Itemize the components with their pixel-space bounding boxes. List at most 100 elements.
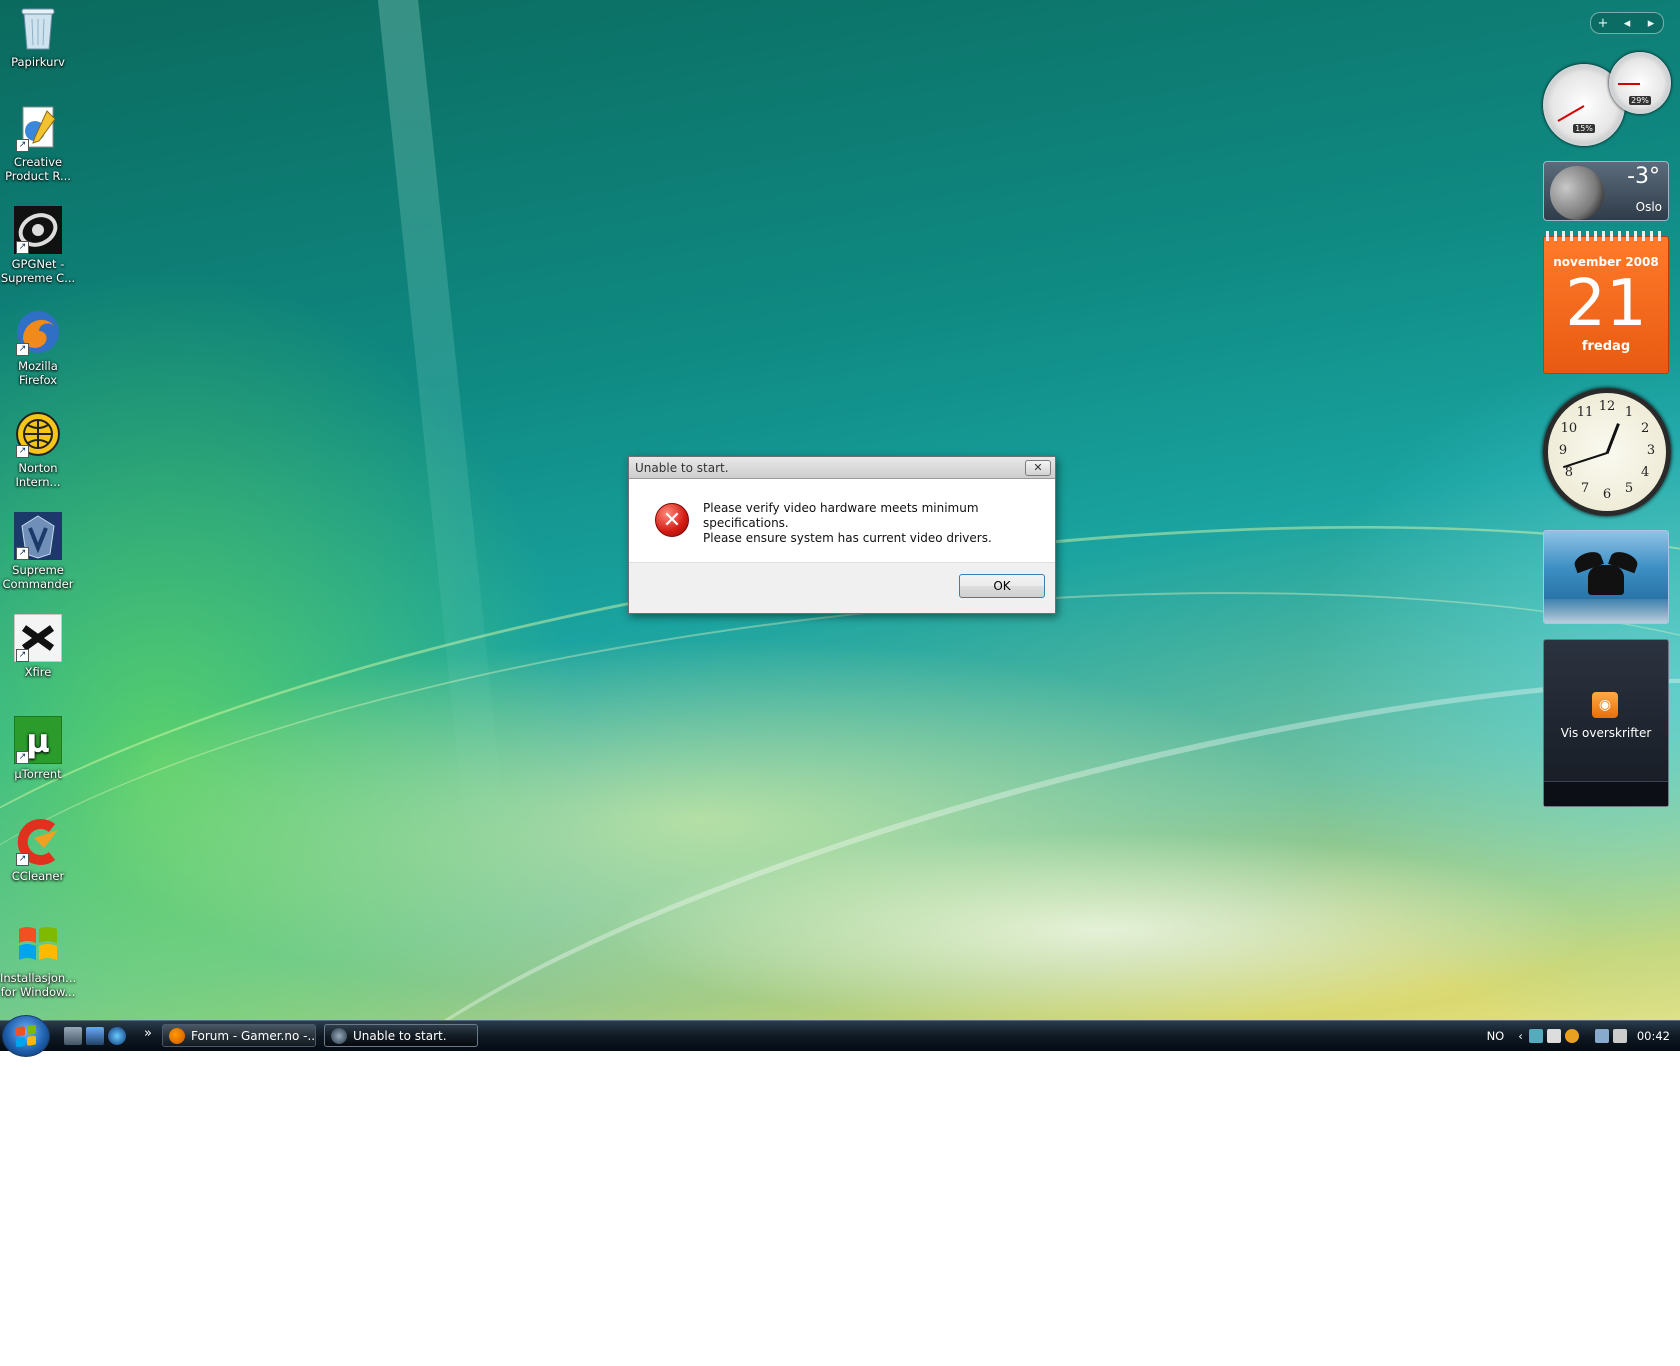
gauge-needle	[1557, 105, 1585, 123]
language-indicator[interactable]: NO	[1487, 1029, 1505, 1043]
clock-number: 1	[1624, 404, 1634, 420]
taskbar-button-unable-to-start[interactable]: Unable to start.	[324, 1024, 478, 1047]
clock-gadget[interactable]: 12 1 2 3 4 5 6 7 8 9 10 11	[1543, 388, 1671, 516]
wallpaper-streak	[373, 0, 507, 850]
dialog-titlebar[interactable]: Unable to start. ✕	[629, 457, 1055, 479]
tray-app-icon[interactable]	[1546, 1029, 1561, 1043]
feed-headlines-gadget[interactable]: ◉ Vis overskrifter	[1543, 639, 1669, 807]
dialog-title: Unable to start.	[635, 460, 729, 475]
memory-gauge: 29%	[1609, 52, 1671, 114]
desktop-icon-label: Supreme Commander	[2, 563, 74, 591]
volume-icon[interactable]	[1612, 1029, 1627, 1043]
cpu-meter-gadget[interactable]: 15% 29%	[1543, 52, 1671, 147]
supreme-commander-icon	[331, 1028, 347, 1044]
supreme-commander-icon: ↗	[14, 512, 62, 560]
desktop-icon-creative[interactable]: ↗ Creative Product R...	[0, 104, 76, 183]
cpu-percent: 15%	[1573, 124, 1595, 133]
svg-text:µ: µ	[26, 722, 50, 760]
calendar-weekday: fredag	[1581, 339, 1631, 354]
ccleaner-icon: ↗	[14, 818, 62, 866]
calendar-rings	[1546, 231, 1666, 241]
gpgnet-icon: ↗	[14, 206, 62, 254]
close-icon: ✕	[1033, 460, 1043, 474]
show-desktop-icon[interactable]	[86, 1027, 104, 1045]
slideshow-gadget[interactable]	[1543, 530, 1669, 624]
rss-icon: ◉	[1592, 692, 1618, 718]
shortcut-arrow-icon: ↗	[16, 241, 29, 254]
previous-page-button[interactable]: ◂	[1615, 16, 1639, 31]
desktop-icon-label: Mozilla Firefox	[18, 359, 58, 387]
norton-tray-icon[interactable]	[1564, 1029, 1579, 1043]
desktop-icon-label: Creative Product R...	[5, 155, 71, 183]
show-hidden-icons-icon[interactable]: ‹	[1518, 1029, 1523, 1043]
clock-time[interactable]: 00:42	[1637, 1029, 1670, 1043]
desktop-icon-supreme-commander[interactable]: ↗ Supreme Commander	[0, 512, 76, 591]
feeds-label[interactable]: Vis overskrifter	[1544, 726, 1668, 740]
clock-number: 5	[1624, 481, 1634, 497]
desktop-icon-gpgnet[interactable]: ↗ GPGNet - Supreme C...	[0, 206, 76, 285]
desktop-icon-label: Papirkurv	[11, 55, 65, 69]
add-gadget-button[interactable]: +	[1591, 16, 1615, 31]
clock-number: 3	[1646, 443, 1656, 458]
calendar-gadget[interactable]: november 2008 21 fredag	[1543, 231, 1669, 374]
clock-number: 12	[1598, 399, 1616, 414]
clock-number: 9	[1558, 443, 1568, 458]
desktop-icon-norton[interactable]: ↗ Norton Intern...	[0, 410, 76, 489]
moon-icon	[1550, 166, 1604, 220]
xfire-icon: ↗	[14, 614, 62, 662]
gauge-needle	[1617, 83, 1640, 85]
desktop-icon-label: Xfire	[24, 665, 52, 679]
weather-gadget[interactable]: -3° Oslo	[1543, 161, 1669, 221]
shortcut-arrow-icon: ↗	[16, 445, 29, 458]
dialog-footer: OK	[629, 562, 1055, 613]
close-button[interactable]: ✕	[1025, 459, 1051, 476]
clock-number: 8	[1564, 465, 1574, 480]
clock-face: 12 1 2 3 4 5 6 7 8 9 10 11	[1543, 388, 1671, 516]
quicklaunch-overflow-icon[interactable]: »	[144, 1026, 152, 1041]
memory-percent: 29%	[1629, 96, 1651, 105]
desktop-icon-utorrent[interactable]: µ ↗ µTorrent	[0, 716, 76, 781]
weather-city: Oslo	[1635, 200, 1662, 214]
taskbar: » Forum - Gamer.no -... Unable to start.…	[0, 1015, 1680, 1057]
start-button[interactable]	[2, 1015, 50, 1057]
clock-number: 11	[1576, 404, 1594, 420]
clock-hour-hand	[1605, 423, 1620, 455]
dialog-body: ✕ Please verify video hardware meets min…	[629, 479, 1055, 565]
shortcut-arrow-icon: ↗	[16, 343, 29, 356]
calendar-day: 21	[1565, 267, 1647, 341]
desktop-icon-ccleaner[interactable]: ↗ CCleaner	[0, 818, 76, 883]
clock-number: 6	[1602, 487, 1612, 502]
firefox-icon: ↗	[14, 308, 62, 356]
creative-product-registration-icon: ↗	[14, 104, 62, 152]
windows-install-icon	[14, 920, 62, 968]
norton-icon: ↗	[14, 410, 62, 458]
feeds-bottom-bar	[1544, 781, 1668, 806]
dialog-message: Please verify video hardware meets minim…	[703, 501, 1035, 546]
taskbar-button-firefox[interactable]: Forum - Gamer.no -...	[162, 1024, 316, 1047]
ok-button[interactable]: OK	[959, 574, 1045, 598]
desktop-icon-recycle-bin[interactable]: Papirkurv	[0, 4, 76, 69]
utorrent-icon: µ ↗	[14, 716, 62, 764]
desktop-icon-label: Installasjon... for Window...	[0, 971, 77, 999]
shortcut-arrow-icon: ↗	[16, 649, 29, 662]
desktop-icon-label: CCleaner	[11, 869, 65, 883]
taskbar-button-label: Forum - Gamer.no -...	[191, 1029, 316, 1043]
desktop-icon-windows-install[interactable]: Installasjon... for Window...	[0, 920, 76, 999]
network-sharing-icon[interactable]	[1528, 1029, 1543, 1043]
error-icon: ✕	[655, 503, 689, 537]
weather-temperature: -3°	[1627, 164, 1660, 189]
windows-logo-icon	[16, 1024, 36, 1048]
wallpaper-streak	[276, 560, 1680, 1366]
desktop-icon-label: Norton Intern...	[15, 461, 61, 489]
desktop-icon-xfire[interactable]: ↗ Xfire	[0, 614, 76, 679]
desktop-icon-firefox[interactable]: ↗ Mozilla Firefox	[0, 308, 76, 387]
whale-image	[1588, 565, 1624, 595]
error-dialog: Unable to start. ✕ ✕ Please verify video…	[628, 456, 1056, 614]
switch-windows-icon[interactable]	[64, 1027, 82, 1045]
internet-explorer-icon[interactable]	[108, 1027, 126, 1045]
network-icon[interactable]	[1594, 1029, 1609, 1043]
firefox-icon	[169, 1028, 185, 1044]
recycle-bin-icon	[14, 4, 62, 52]
next-page-button[interactable]: ▸	[1639, 16, 1663, 31]
system-tray: NO ‹ 00:42	[1487, 1021, 1680, 1051]
